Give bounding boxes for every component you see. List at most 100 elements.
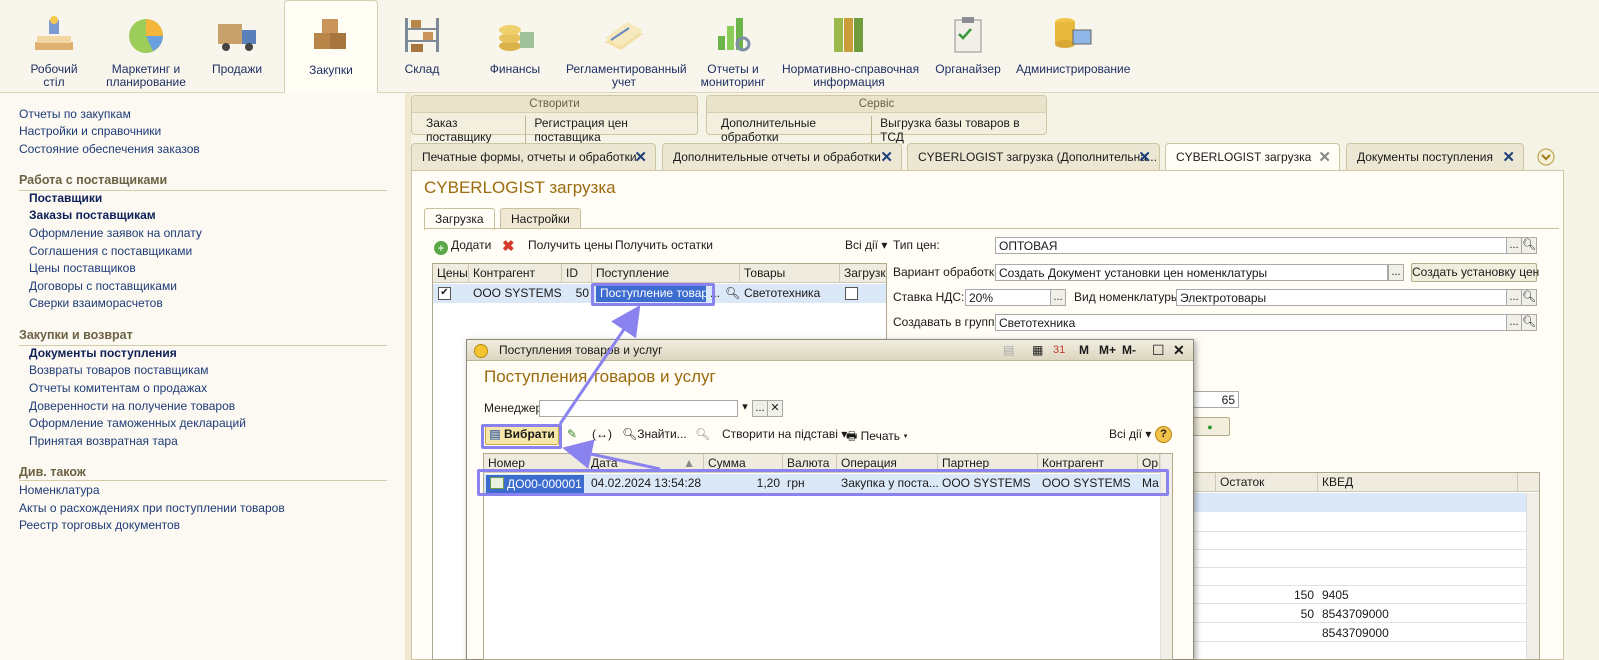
save-icon[interactable]: ▤ [1003,340,1014,360]
group-field[interactable]: Светотехника [995,314,1507,331]
nav-link-supplier-prices[interactable]: Цены поставщиков [29,261,136,275]
print-button[interactable]: 🖶 Печать ▾ [846,427,908,448]
nav-link-nomenclature[interactable]: Номенклатура [19,483,100,497]
nav-link-powers-of-attorney[interactable]: Доверенности на получение товаров [29,399,235,413]
search-icon[interactable]: 🔍︎ [1521,314,1537,331]
manager-field[interactable] [539,400,738,417]
table-row[interactable] [1186,493,1526,512]
nav-link-purchase-reports[interactable]: Отчеты по закупкам [19,107,131,121]
column-header[interactable] [1518,473,1539,492]
nav-link-discrepancy-acts[interactable]: Акты о расхождениях при поступлении това… [19,501,285,515]
column-header[interactable]: Товары [740,264,840,283]
clear-icon[interactable]: ✕ [767,400,783,417]
create-supplier-order-button[interactable]: Заказ поставщику [418,116,527,144]
column-header[interactable]: КВЕД [1318,473,1518,492]
column-header[interactable]: Цены [433,264,469,283]
ellipsis-button[interactable]: ... [1050,289,1066,306]
popup-title-bar[interactable]: Поступления товаров и услуг ▤ ▦ 31 M M+ … [467,340,1193,361]
price-type-field[interactable]: ОПТОВАЯ [995,237,1507,254]
vat-field[interactable]: 20% [965,289,1051,306]
edit-pencil-icon[interactable]: ✎ [567,427,577,441]
export-tsd-button[interactable]: Выгрузка базы товаров в ТСД [872,116,1040,144]
nav-link-reconciliations[interactable]: Сверки взаиморасчетов [29,296,163,310]
get-prices-button[interactable]: Получить цены [528,238,613,252]
number-field[interactable]: 65 [1192,391,1239,408]
tab-print-forms[interactable]: Печатные формы, отчеты и обработки ✕ [411,143,656,170]
section-warehouse[interactable]: Склад [388,0,456,92]
tab-settings[interactable]: Настройки [500,208,581,229]
calendar-icon[interactable]: 31 [1053,340,1065,360]
tab-receipt-documents[interactable]: Документы поступления ✕ [1346,143,1524,170]
view-mode-icon[interactable]: (↔) [592,427,612,441]
section-desktop[interactable]: Робочий стіл [18,0,90,92]
create-price-setting-button[interactable]: Создать установку цен [1411,263,1539,282]
close-icon[interactable]: ✕ [1138,144,1151,170]
all-actions-menu[interactable]: Всі дії ▾ [1109,427,1151,441]
section-finance[interactable]: Финансы [480,0,550,92]
section-reports[interactable]: Отчеты и мониторинг [696,0,770,92]
ellipsis-button[interactable]: ... [1506,289,1522,306]
memory-minus-button[interactable]: M- [1122,340,1136,360]
section-regulated-accounting[interactable]: Регламентированный учет [566,0,687,92]
close-icon[interactable]: ✕ [634,144,647,170]
nav-link-supplier-orders[interactable]: Заказы поставщикам [29,208,156,222]
close-icon[interactable]: ✕ [1318,144,1331,171]
ellipsis-button[interactable]: ... [1506,237,1522,254]
ellipsis-button[interactable]: ... [1506,314,1522,331]
nav-link-customs-declarations[interactable]: Оформление таможенных деклараций [29,416,246,430]
help-icon[interactable]: ? [1155,426,1172,443]
column-header[interactable]: Остаток [1216,473,1318,492]
nav-link-committent-reports[interactable]: Отчеты комитентам о продажах [29,381,207,395]
search-icon[interactable]: 🔍︎ [1521,237,1537,254]
nav-link-returnable-containers[interactable]: Принятая возвратная тара [29,434,178,448]
tab-additional-reports[interactable]: Дополнительные отчеты и обработки ✕ [662,143,902,170]
tab-cyberlogist-additional[interactable]: CYBERLOGIST загрузка (Дополнительна... ✕ [907,143,1160,170]
tab-cyberlogist[interactable]: CYBERLOGIST загрузка ✕ [1165,143,1340,171]
nav-link-suppliers[interactable]: Поставщики [29,191,102,205]
nav-link-agreements[interactable]: Соглашения с поставщиками [29,244,192,258]
section-reference-info[interactable]: Нормативно-справочная информация [782,0,919,92]
maximize-icon[interactable]: ☐ [1152,340,1165,360]
create-based-on-button[interactable]: Створити на підставі ▾ [722,427,847,441]
nav-link-order-fulfillment[interactable]: Состояние обеспечения заказов [19,142,200,156]
close-icon[interactable]: ✕ [880,144,893,170]
nav-link-payment-requests[interactable]: Оформление заявок на оплату [29,226,202,240]
partially-hidden-button[interactable]: ● [1190,417,1230,436]
ellipsis-button[interactable]: ... [1388,264,1404,281]
nav-link-returns[interactable]: Возвраты товаров поставщикам [29,363,209,377]
section-purchases[interactable]: Закупки [284,0,378,94]
delete-icon[interactable]: ✖ [502,237,515,255]
section-marketing[interactable]: Маркетинг и планирование [100,0,192,92]
nav-link-trade-documents[interactable]: Реестр торговых документов [19,518,180,532]
tab-load[interactable]: Загрузка [424,208,495,230]
section-sales[interactable]: Продажи [200,0,274,92]
cancel-search-icon[interactable]: 🔍︎ [695,427,710,441]
close-icon[interactable]: ✕ [1502,144,1515,170]
column-header[interactable]: ID [562,264,592,283]
section-administration[interactable]: Администрирование [1016,0,1130,92]
memory-plus-button[interactable]: M+ [1099,340,1116,360]
search-icon[interactable]: 🔍︎ [1521,289,1537,306]
memory-button[interactable]: M [1079,340,1089,360]
checkbox-unchecked[interactable] [845,287,858,300]
calculator-icon[interactable]: ▦ [1032,340,1043,360]
section-organizer[interactable]: Органайзер [930,0,1006,92]
column-header[interactable]: Контрагент [469,264,562,283]
tabs-menu-chevron-icon[interactable] [1537,148,1555,166]
add-button[interactable]: + Додати [434,238,491,255]
nav-link-settings[interactable]: Настройки и справочники [19,124,161,138]
find-button[interactable]: 🔍︎Знайти... [622,427,687,441]
nav-link-contracts[interactable]: Договоры с поставщиками [29,279,177,293]
nav-link-receipt-documents[interactable]: Документы поступления [29,346,177,360]
nomenclature-type-field[interactable]: Электротовары [1176,289,1507,306]
column-header[interactable]: Поступление [592,264,740,283]
get-stock-button[interactable]: Получить остатки [615,238,713,252]
all-actions-menu[interactable]: Всі дії ▾ [845,238,887,252]
search-icon[interactable]: 🔍︎ [725,284,739,303]
ellipsis-button[interactable]: ... [752,400,768,417]
close-icon[interactable]: ✕ [1173,340,1185,360]
column-header[interactable]: Загрузка [840,264,886,283]
checkbox-checked[interactable]: ✔ [438,287,451,300]
register-supplier-prices-button[interactable]: Регистрация цен поставщика [526,116,691,144]
processing-field[interactable]: Создать Документ установки цен номенклат… [995,264,1388,281]
